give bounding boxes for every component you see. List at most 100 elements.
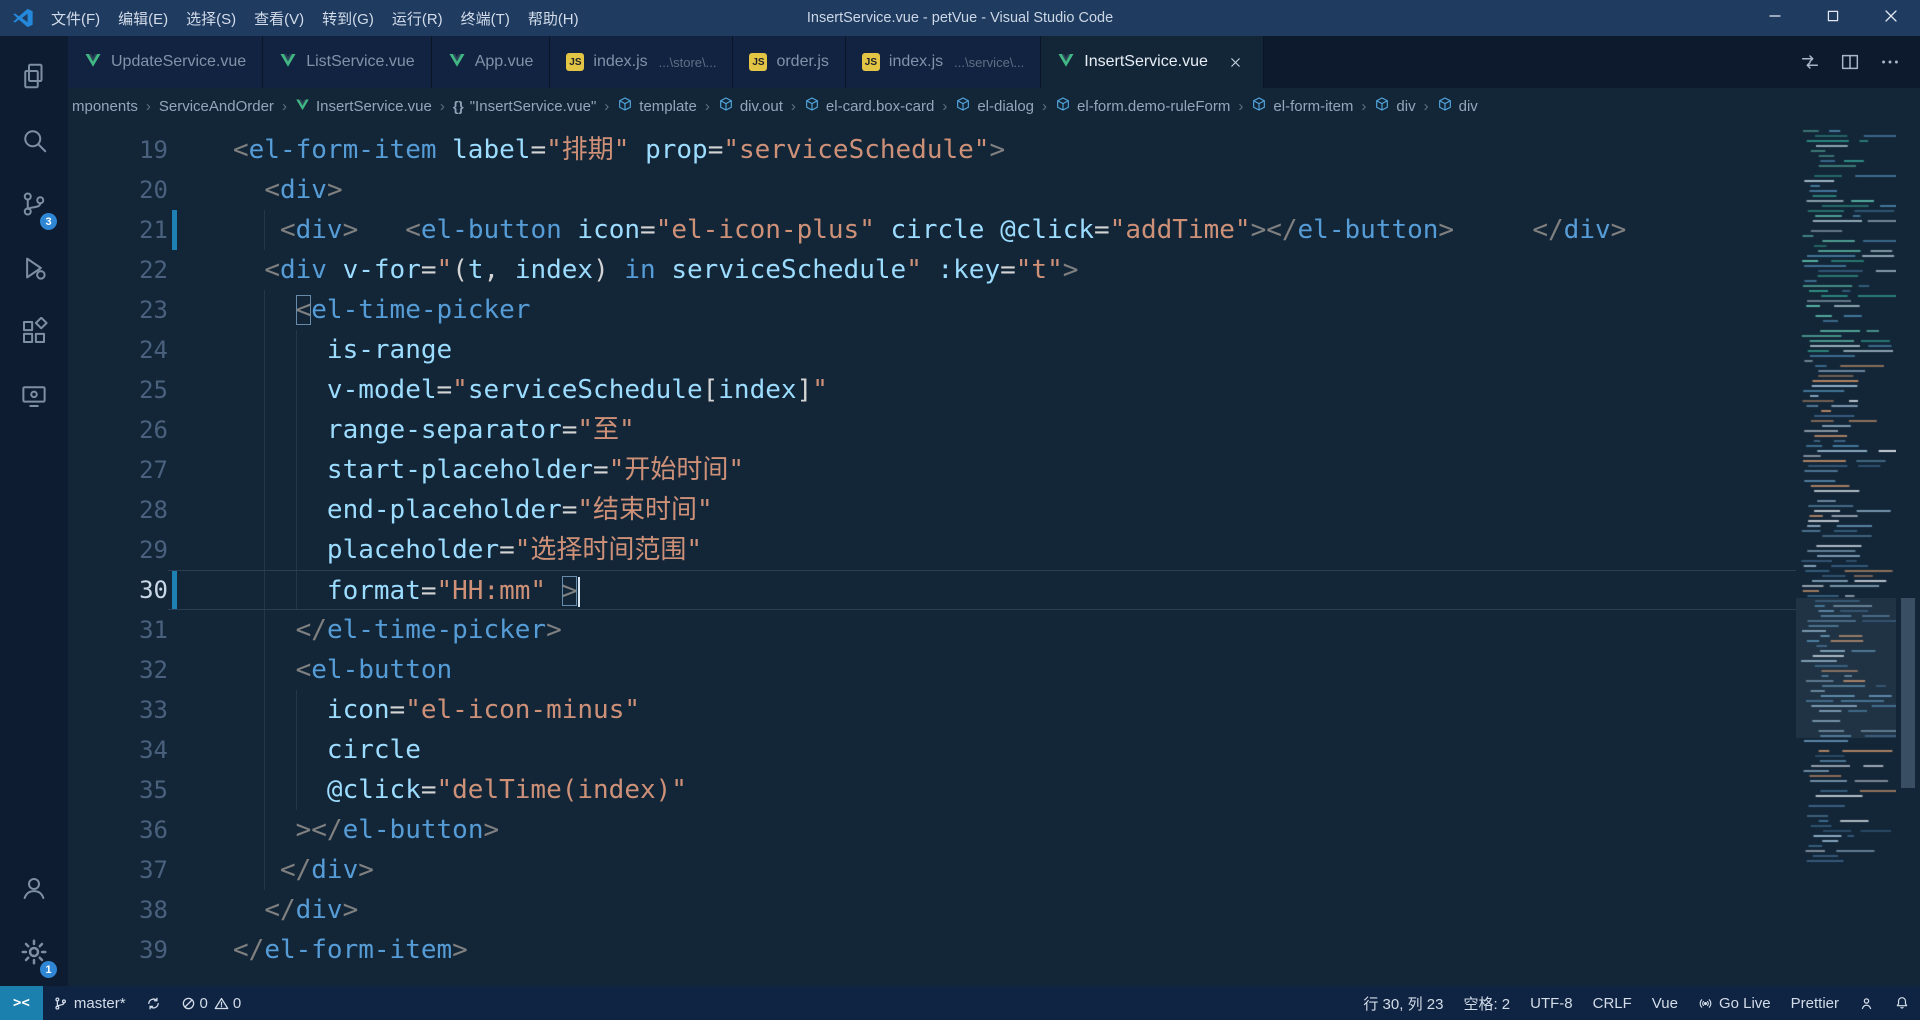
tab-insertservice-vue[interactable]: InsertService.vue: [1041, 36, 1264, 88]
breadcrumb-item-3[interactable]: {} "InsertService.vue": [453, 98, 596, 115]
code-line-content[interactable]: </el-time-picker>: [233, 610, 1796, 650]
status-encoding[interactable]: UTF-8: [1520, 986, 1583, 1020]
status-prettier[interactable]: Prettier: [1781, 986, 1849, 1020]
line-number[interactable]: 38: [68, 890, 168, 930]
git-branch[interactable]: master*: [43, 986, 136, 1020]
tab-updateservice-vue[interactable]: UpdateService.vue: [68, 36, 264, 88]
breadcrumb-item-6[interactable]: el-card.box-card: [804, 96, 934, 116]
split-editor-icon[interactable]: [1832, 44, 1868, 80]
minimap[interactable]: [1796, 124, 1896, 986]
code-line-content[interactable]: <el-form-item label="排期" prop="serviceSc…: [233, 130, 1796, 170]
sidebar-item-run-debug[interactable]: [0, 238, 68, 302]
close-icon[interactable]: [1225, 51, 1247, 73]
line-number[interactable]: 19: [68, 130, 168, 170]
status-eol[interactable]: CRLF: [1583, 986, 1642, 1020]
line-number[interactable]: 23: [68, 290, 168, 330]
line-number[interactable]: 33: [68, 690, 168, 730]
line-number[interactable]: 21: [68, 210, 168, 250]
line-number[interactable]: 22: [68, 250, 168, 290]
code-line-content[interactable]: start-placeholder="开始时间": [233, 450, 1796, 490]
status-feedback[interactable]: [1849, 986, 1884, 1020]
line-number[interactable]: 26: [68, 410, 168, 450]
maximize-button[interactable]: [1804, 0, 1862, 36]
breadcrumb-item-0[interactable]: mponents: [72, 98, 138, 115]
menu-item-7[interactable]: 帮助(H): [519, 3, 588, 34]
line-number[interactable]: 37: [68, 850, 168, 890]
menu-item-6[interactable]: 终端(T): [452, 3, 519, 34]
breadcrumb-item-4[interactable]: template: [617, 96, 697, 116]
line-number[interactable]: 31: [68, 610, 168, 650]
line-number[interactable]: 30: [68, 570, 168, 610]
code-line-content[interactable]: icon="el-icon-minus": [233, 690, 1796, 730]
tab-app-vue[interactable]: App.vue: [431, 36, 551, 88]
menu-item-1[interactable]: 编辑(E): [109, 3, 177, 34]
line-number[interactable]: 20: [68, 170, 168, 210]
status-cursor-position[interactable]: 行 30, 列 23: [1353, 986, 1453, 1020]
code-line-content[interactable]: placeholder="选择时间范围": [233, 530, 1796, 570]
code-area[interactable]: 19 <el-form-item label="排期" prop="service…: [68, 124, 1796, 986]
sidebar-item-search[interactable]: [0, 110, 68, 174]
sidebar-item-remote-explorer[interactable]: [0, 366, 68, 430]
code-line-content[interactable]: <el-button: [233, 650, 1796, 690]
code-line-content[interactable]: <el-time-picker: [233, 290, 1796, 330]
status-notifications[interactable]: [1884, 986, 1920, 1020]
sidebar-item-account[interactable]: [0, 858, 68, 922]
code-line-content[interactable]: </div>: [233, 850, 1796, 890]
breadcrumb-item-2[interactable]: InsertService.vue: [295, 97, 432, 116]
code-line-content[interactable]: format="HH:mm" >: [233, 570, 1796, 610]
remote-indicator[interactable]: ><: [0, 986, 43, 1020]
tab-index-js[interactable]: JS index.js ...\store\...: [550, 36, 734, 88]
breadcrumb-item-9[interactable]: el-form-item: [1251, 96, 1353, 116]
line-number[interactable]: 32: [68, 650, 168, 690]
close-button[interactable]: [1862, 0, 1920, 36]
scrollbar-thumb[interactable]: [1901, 598, 1915, 788]
code-line-content[interactable]: end-placeholder="结束时间": [233, 490, 1796, 530]
status-language-mode[interactable]: Vue: [1642, 986, 1688, 1020]
breadcrumb-item-8[interactable]: el-form.demo-ruleForm: [1055, 96, 1230, 116]
code-line-content[interactable]: is-range: [233, 330, 1796, 370]
code-line-content[interactable]: v-model="serviceSchedule[index]": [233, 370, 1796, 410]
tab-listservice-vue[interactable]: ListService.vue: [263, 36, 432, 88]
minimap-slider[interactable]: [1796, 598, 1896, 738]
minimize-button[interactable]: [1746, 0, 1804, 36]
breadcrumb-item-1[interactable]: ServiceAndOrder: [159, 98, 274, 115]
code-line-content[interactable]: <div> <el-button icon="el-icon-plus" cir…: [233, 210, 1796, 250]
code-line-content[interactable]: circle: [233, 730, 1796, 770]
code-line-content[interactable]: <div v-for="(t, index) in serviceSchedul…: [233, 250, 1796, 290]
menu-item-3[interactable]: 查看(V): [245, 3, 313, 34]
tab-index-js[interactable]: JS index.js ...\service\...: [845, 36, 1042, 88]
breadcrumb-item-11[interactable]: div: [1437, 96, 1478, 116]
status-go-live[interactable]: Go Live: [1688, 986, 1781, 1020]
menu-item-5[interactable]: 运行(R): [383, 3, 452, 34]
sidebar-item-extensions[interactable]: [0, 302, 68, 366]
more-actions-icon[interactable]: [1872, 44, 1908, 80]
line-number[interactable]: 29: [68, 530, 168, 570]
menu-item-4[interactable]: 转到(G): [313, 3, 383, 34]
line-number[interactable]: 25: [68, 370, 168, 410]
code-line-content[interactable]: </el-form-item>: [233, 930, 1796, 970]
problems[interactable]: 0 0: [171, 986, 252, 1020]
sidebar-item-settings[interactable]: 1: [0, 922, 68, 986]
code-line-content[interactable]: <div>: [233, 170, 1796, 210]
code-line-content[interactable]: range-separator="至": [233, 410, 1796, 450]
line-number[interactable]: 39: [68, 930, 168, 970]
line-number[interactable]: 27: [68, 450, 168, 490]
line-number[interactable]: 36: [68, 810, 168, 850]
breadcrumb-item-7[interactable]: el-dialog: [955, 96, 1034, 116]
line-number[interactable]: 34: [68, 730, 168, 770]
open-changes-icon[interactable]: [1792, 44, 1828, 80]
line-number[interactable]: 28: [68, 490, 168, 530]
breadcrumb-item-5[interactable]: div.out: [718, 96, 783, 116]
menu-item-0[interactable]: 文件(F): [42, 3, 109, 34]
line-number[interactable]: 24: [68, 330, 168, 370]
status-indentation[interactable]: 空格: 2: [1453, 986, 1520, 1020]
code-line-content[interactable]: ></el-button>: [233, 810, 1796, 850]
line-number[interactable]: 35: [68, 770, 168, 810]
code-line-content[interactable]: @click="delTime(index)": [233, 770, 1796, 810]
sidebar-item-explorer[interactable]: [0, 46, 68, 110]
tab-order-js[interactable]: JS order.js: [733, 36, 846, 88]
vertical-scrollbar[interactable]: [1896, 124, 1920, 986]
breadcrumb-item-10[interactable]: div: [1374, 96, 1416, 116]
menu-item-2[interactable]: 选择(S): [177, 3, 245, 34]
sidebar-item-source-control[interactable]: 3: [0, 174, 68, 238]
